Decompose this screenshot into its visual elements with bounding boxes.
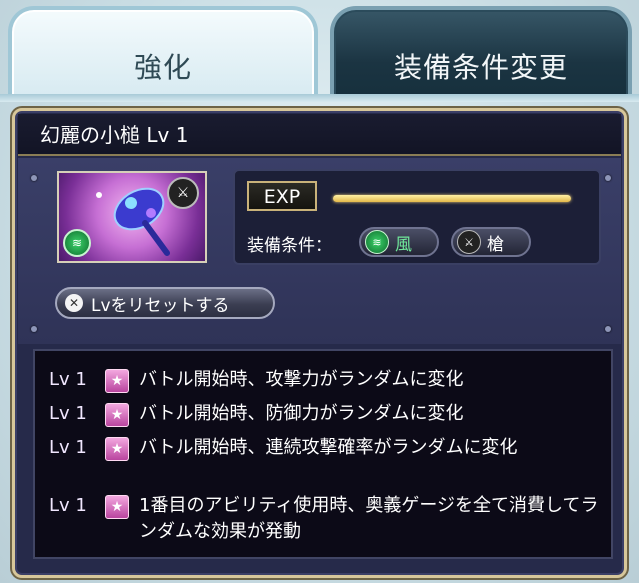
wind-element-icon: ≋ [365, 230, 389, 254]
skill-description: バトル開始時、攻撃力がランダムに変化 [139, 369, 464, 390]
tab-equip-condition-label: 装備条件変更 [393, 51, 568, 84]
rivet [605, 175, 611, 181]
reset-level-button[interactable]: ✕ Lvをリセットする [55, 287, 275, 319]
rivet [31, 326, 37, 332]
spear-icon: ⚔ [167, 177, 199, 209]
exp-label: EXP [247, 181, 317, 211]
skill-description: 1番目のアビリティ使用時、奥義ゲージを全て消費してランダムな効果が発動 [139, 495, 599, 542]
skill-level: Lv 1 [49, 403, 87, 424]
exp-bar [333, 195, 571, 202]
skill-description: バトル開始時、連続攻撃確率がランダムに変化 [139, 437, 518, 458]
exp-box: EXP 装備条件： ≋ 風 ⚔ 槍 [233, 169, 601, 265]
tab-equip-condition-change[interactable]: 装備条件変更 [330, 6, 632, 98]
list-item: Lv 1 ★ バトル開始時、防御力がランダムに変化 [49, 401, 599, 427]
skill-level: Lv 1 [49, 437, 87, 458]
condition-spear-badge: ⚔ 槍 [451, 227, 531, 257]
star-icon: ★ [105, 369, 129, 393]
close-icon: ✕ [65, 294, 83, 312]
tab-enhance[interactable]: 強化 [8, 6, 318, 98]
reset-level-label: Lvをリセットする [91, 295, 230, 316]
tab-enhance-label: 強化 [133, 51, 192, 84]
item-title: 幻麗の小槌 Lv 1 [18, 114, 621, 156]
rivet [605, 326, 611, 332]
rivet [31, 175, 37, 181]
skill-list: Lv 1 ★ バトル開始時、攻撃力がランダムに変化 Lv 1 ★ バトル開始時、… [33, 349, 613, 559]
star-icon: ★ [105, 437, 129, 461]
item-image[interactable]: ⚔ ≋ [57, 171, 207, 263]
star-icon: ★ [105, 495, 129, 519]
list-item: Lv 1 ★ バトル開始時、連続攻撃確率がランダムに変化 [49, 435, 599, 461]
list-item: Lv 1 ★ バトル開始時、攻撃力がランダムに変化 [49, 367, 599, 393]
equip-condition-label: 装備条件： [247, 236, 332, 256]
item-panel: 幻麗の小槌 Lv 1 ⚔ ≋ EXP 装備条件： ≋ 風 ⚔ 槍 ✕ Lvをリセ… [12, 108, 627, 578]
tab-underline [0, 94, 639, 102]
skill-level: Lv 1 [49, 495, 87, 516]
skill-level: Lv 1 [49, 369, 87, 390]
spear-icon: ⚔ [457, 230, 481, 254]
wind-element-icon: ≋ [63, 229, 91, 257]
condition-weapon-text: 槍 [487, 234, 504, 255]
star-icon: ★ [105, 403, 129, 427]
skill-description: バトル開始時、防御力がランダムに変化 [139, 403, 464, 424]
condition-wind-badge: ≋ 風 [359, 227, 439, 257]
condition-element-text: 風 [395, 234, 412, 255]
list-item: Lv 1 ★ 1番目のアビリティ使用時、奥義ゲージを全て消費してランダムな効果が… [49, 493, 599, 545]
